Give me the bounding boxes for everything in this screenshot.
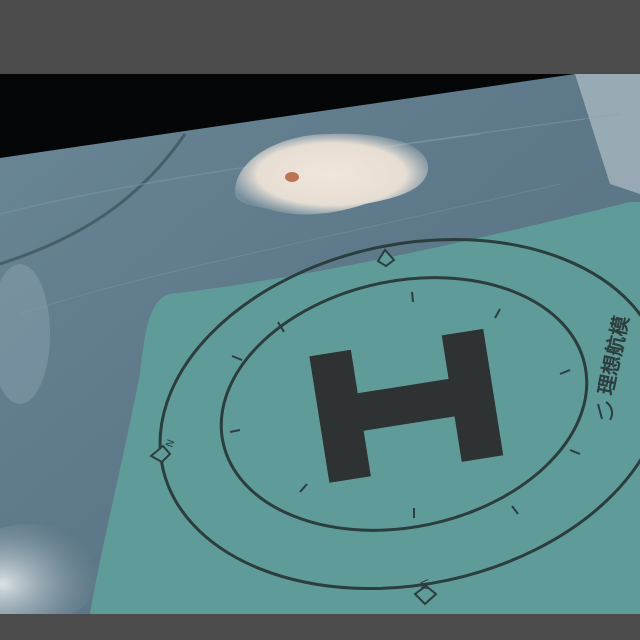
compass-tick [411, 291, 414, 303]
blob-stain [285, 172, 299, 182]
scene-drawing: 理想航模 N W [0, 74, 640, 614]
bottom-letterbox-band [0, 614, 640, 640]
photo-scene: 理想航模 N W [0, 0, 640, 640]
photograph: 理想航模 N W [0, 74, 640, 614]
top-letterbox-band [0, 0, 640, 74]
